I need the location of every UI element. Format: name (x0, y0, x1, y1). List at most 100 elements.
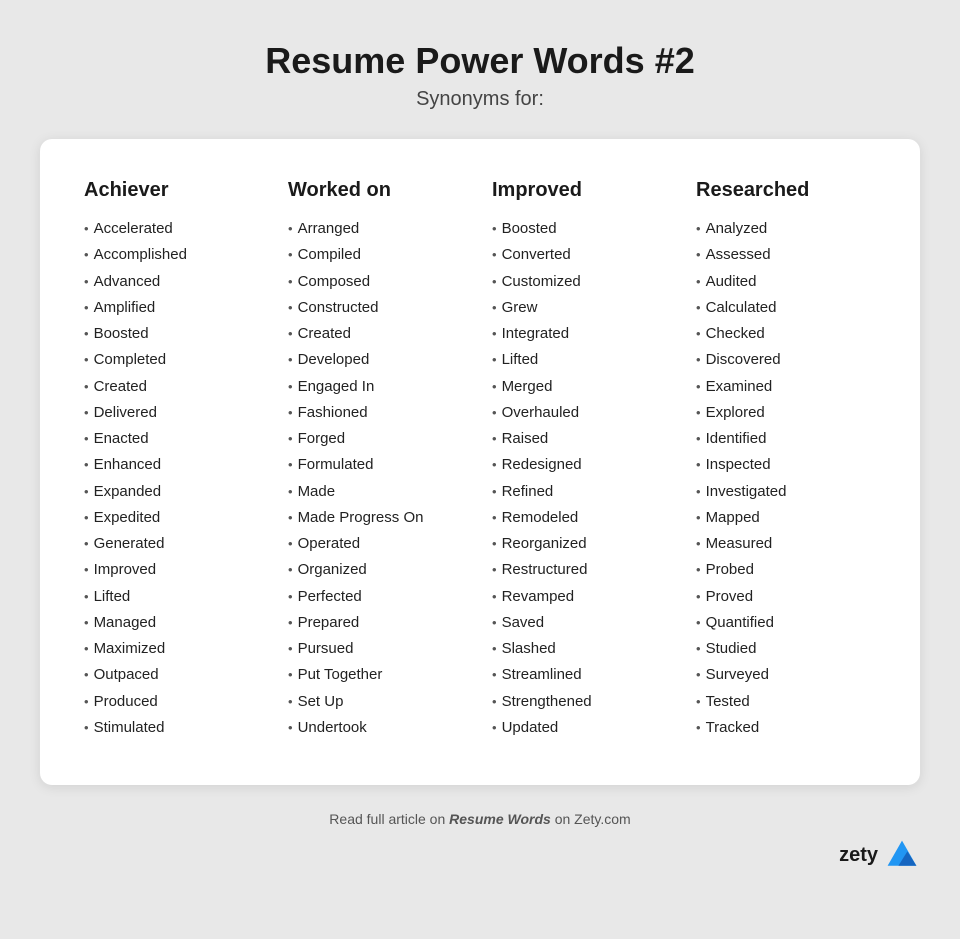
list-item: Improved (84, 557, 264, 583)
column-0: Achiever AcceleratedAccomplishedAdvancedA… (84, 179, 264, 741)
list-item: Discovered (696, 347, 876, 373)
list-item: Produced (84, 689, 264, 715)
list-item: Saved (492, 610, 672, 636)
list-item: Formulated (288, 452, 468, 478)
list-item: Calculated (696, 295, 876, 321)
list-item: Converted (492, 242, 672, 268)
list-item: Refined (492, 479, 672, 505)
list-item: Arranged (288, 216, 468, 242)
word-list-2: BoostedConvertedCustomizedGrewIntegrated… (492, 216, 672, 741)
list-item: Advanced (84, 269, 264, 295)
list-item: Created (84, 374, 264, 400)
list-item: Delivered (84, 400, 264, 426)
list-item: Grew (492, 295, 672, 321)
column-header-0: Achiever (84, 179, 264, 202)
list-item: Integrated (492, 321, 672, 347)
list-item: Made (288, 479, 468, 505)
brand-area: zety (40, 837, 920, 873)
word-list-1: ArrangedCompiledComposedConstructedCreat… (288, 216, 468, 741)
word-columns: Achiever AcceleratedAccomplishedAdvancedA… (84, 179, 876, 741)
list-item: Created (288, 321, 468, 347)
list-item: Merged (492, 374, 672, 400)
list-item: Inspected (696, 452, 876, 478)
footer-pre: Read full article on (329, 811, 449, 827)
list-item: Slashed (492, 636, 672, 662)
word-list-3: AnalyzedAssessedAuditedCalculatedChecked… (696, 216, 876, 741)
column-header-3: Researched (696, 179, 876, 202)
list-item: Amplified (84, 295, 264, 321)
list-item: Checked (696, 321, 876, 347)
list-item: Assessed (696, 242, 876, 268)
list-item: Forged (288, 426, 468, 452)
list-item: Restructured (492, 557, 672, 583)
list-item: Engaged In (288, 374, 468, 400)
list-item: Raised (492, 426, 672, 452)
main-card: Achiever AcceleratedAccomplishedAdvancedA… (40, 139, 920, 785)
list-item: Quantified (696, 610, 876, 636)
list-item: Overhauled (492, 400, 672, 426)
list-item: Undertook (288, 715, 468, 741)
list-item: Perfected (288, 584, 468, 610)
list-item: Redesigned (492, 452, 672, 478)
list-item: Composed (288, 269, 468, 295)
list-item: Probed (696, 557, 876, 583)
list-item: Expanded (84, 479, 264, 505)
list-item: Customized (492, 269, 672, 295)
list-item: Completed (84, 347, 264, 373)
list-item: Explored (696, 400, 876, 426)
list-item: Boosted (492, 216, 672, 242)
column-1: Worked on ArrangedCompiledComposedConstru… (288, 179, 468, 741)
list-item: Examined (696, 374, 876, 400)
list-item: Boosted (84, 321, 264, 347)
list-item: Fashioned (288, 400, 468, 426)
footer-link[interactable]: Resume Words (449, 811, 551, 827)
list-item: Made Progress On (288, 505, 468, 531)
list-item: Tested (696, 689, 876, 715)
list-item: Measured (696, 531, 876, 557)
subtitle: Synonyms for: (416, 88, 544, 111)
list-item: Strengthened (492, 689, 672, 715)
list-item: Compiled (288, 242, 468, 268)
list-item: Generated (84, 531, 264, 557)
list-item: Lifted (84, 584, 264, 610)
list-item: Enhanced (84, 452, 264, 478)
column-header-2: Improved (492, 179, 672, 202)
list-item: Developed (288, 347, 468, 373)
list-item: Prepared (288, 610, 468, 636)
page-title: Resume Power Words #2 (265, 40, 695, 82)
zety-logo-icon (884, 837, 920, 873)
list-item: Lifted (492, 347, 672, 373)
list-item: Organized (288, 557, 468, 583)
footer-text: Read full article on Resume Words on Zet… (329, 811, 630, 827)
list-item: Studied (696, 636, 876, 662)
list-item: Analyzed (696, 216, 876, 242)
list-item: Investigated (696, 479, 876, 505)
list-item: Updated (492, 715, 672, 741)
list-item: Tracked (696, 715, 876, 741)
list-item: Enacted (84, 426, 264, 452)
list-item: Streamlined (492, 662, 672, 688)
list-item: Constructed (288, 295, 468, 321)
column-3: Researched AnalyzedAssessedAuditedCalcula… (696, 179, 876, 741)
list-item: Operated (288, 531, 468, 557)
list-item: Revamped (492, 584, 672, 610)
list-item: Set Up (288, 689, 468, 715)
list-item: Pursued (288, 636, 468, 662)
word-list-0: AcceleratedAccomplishedAdvancedAmplified… (84, 216, 264, 741)
list-item: Expedited (84, 505, 264, 531)
list-item: Maximized (84, 636, 264, 662)
column-header-1: Worked on (288, 179, 468, 202)
list-item: Stimulated (84, 715, 264, 741)
list-item: Managed (84, 610, 264, 636)
brand-name: zety (839, 844, 878, 867)
list-item: Outpaced (84, 662, 264, 688)
list-item: Put Together (288, 662, 468, 688)
list-item: Reorganized (492, 531, 672, 557)
list-item: Proved (696, 584, 876, 610)
list-item: Remodeled (492, 505, 672, 531)
footer-post: on Zety.com (551, 811, 631, 827)
list-item: Audited (696, 269, 876, 295)
list-item: Accelerated (84, 216, 264, 242)
list-item: Mapped (696, 505, 876, 531)
column-2: Improved BoostedConvertedCustomizedGrewIn… (492, 179, 672, 741)
